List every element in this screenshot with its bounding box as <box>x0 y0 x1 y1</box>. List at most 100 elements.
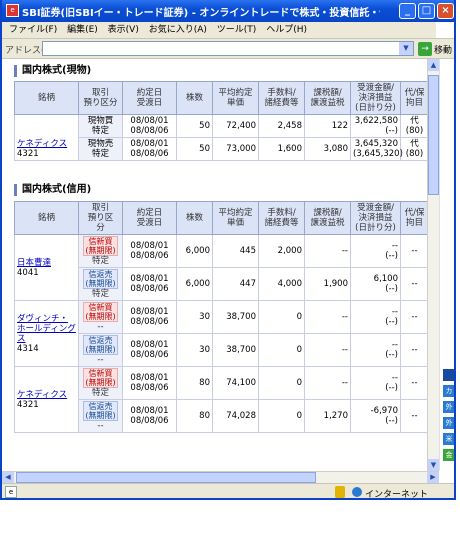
stock-link[interactable]: ケネディクス <box>17 139 76 149</box>
trade-type-cell: 信返売 (無期限) -- <box>78 333 123 367</box>
table-row: ケネディクス 4321 現物買 特定 08/08/01 08/08/06 50 72… <box>14 114 427 161</box>
amount: -6,970 <box>370 406 398 416</box>
price-cell: 74,100 <box>212 366 259 400</box>
trade-type-badge: 信新買 (無期限) <box>83 302 118 322</box>
window-title: SBI証券(旧SBIイー・トレード証券) - オンライントレードで株式・投資信託… <box>22 8 380 19</box>
trade-date: 08/08/01 <box>130 139 169 149</box>
address-input[interactable]: ▼ <box>42 41 414 56</box>
scroll-down-icon[interactable]: ▼ <box>428 459 439 471</box>
stock-cell: ケネディクス 4321 <box>14 114 79 161</box>
maximize-button[interactable]: □ <box>418 3 435 19</box>
amount: -- <box>391 241 398 251</box>
col-header-col9: 代/保 拘目 <box>400 81 427 115</box>
horizontal-scrollbar[interactable]: ◀ ▶ <box>2 471 439 483</box>
windows-logo-icon <box>436 22 454 38</box>
amount-cell: 6,100 (--) <box>350 267 401 301</box>
page-icon: e <box>5 486 17 498</box>
col-header-col9: 代/保 拘目 <box>400 201 427 235</box>
profit-loss: (--) <box>385 350 398 360</box>
stock-link[interactable]: 日本曹達 <box>17 258 76 268</box>
trade-type: 信新買 <box>88 303 113 312</box>
tax-cell: -- <box>304 333 351 367</box>
trade-type-cell: 信返売 (無期限) 特定 <box>78 267 123 301</box>
menu-favorites[interactable]: お気に入り(A) <box>149 22 207 38</box>
col9-cell: -- <box>400 366 427 400</box>
cash-holdings-table: 銘柄 取引 預り区分 約定日 受渡日 株数 平均約定 単価 手数料/諸経費等 課税額/… <box>14 81 427 161</box>
shares-cell: 6,000 <box>176 234 213 268</box>
col9-b: (80) <box>405 149 424 159</box>
shares-cell: 80 <box>176 399 213 433</box>
side-button-icon[interactable]: 金 <box>443 449 454 461</box>
status-bar: e インターネット <box>2 483 454 498</box>
col-header-name: 銘柄 <box>14 81 79 115</box>
stock-cell: ケネディクス 4321 <box>14 366 79 433</box>
side-button-icon[interactable]: カ <box>443 385 454 397</box>
profit-loss: (--) <box>385 284 398 294</box>
menu-help[interactable]: ヘルプ(H) <box>266 22 307 38</box>
scroll-thumb[interactable] <box>428 75 439 195</box>
scroll-right-icon[interactable]: ▶ <box>427 472 439 483</box>
date-cell: 08/08/01 08/08/06 <box>122 267 177 301</box>
col9-cell: 代 (80) <box>400 114 427 138</box>
price-cell: 38,700 <box>212 333 259 367</box>
side-button-icon[interactable]: 外 <box>443 417 454 429</box>
col-header-type: 取引 預り区分 <box>78 81 123 115</box>
title-bar[interactable]: e SBI証券(旧SBIイー・トレード証券) - オンライントレードで株式・投資… <box>2 0 454 22</box>
tax-cell: 1,900 <box>304 267 351 301</box>
col-header-price: 平均約定 単価 <box>212 201 259 235</box>
col-header-date: 約定日 受渡日 <box>122 201 177 235</box>
menu-tools[interactable]: ツール(T) <box>217 22 257 38</box>
menu-edit[interactable]: 編集(E) <box>67 22 98 38</box>
stock-link[interactable]: ダヴィンチ・ホールディングス <box>17 314 76 344</box>
amount-cell: -- (--) <box>350 234 401 268</box>
internet-zone-icon <box>352 487 362 497</box>
side-button-icon[interactable]: 米 <box>443 433 454 445</box>
price-cell: 74,028 <box>212 399 259 433</box>
trade-date: 08/08/01 <box>130 307 169 317</box>
table-row: ケネディクス 4321 信新買 (無期限) 特定 08/08/01 08/08/06 80 74… <box>14 366 427 433</box>
stock-cell: 日本曹達 4041 <box>14 234 79 301</box>
table-row: 日本曹達 4041 信新買 (無期限) 特定 08/08/01 08/08/06 6,000 4… <box>14 234 427 301</box>
close-button[interactable]: × <box>437 3 454 19</box>
price-cell: 38,700 <box>212 300 259 334</box>
trade-type-cell: 信新買 (無期限) -- <box>78 300 123 334</box>
table-header-row: 銘柄 取引 預り区分 約定日 受渡日 株数 平均約定 単価 手数料/諸経費等 課税額/… <box>14 201 427 235</box>
side-button-icon[interactable]: 外 <box>443 401 454 413</box>
trade-term: (無期限) <box>85 378 116 387</box>
col-header-fee: 手数料/諸経費等 <box>258 201 305 235</box>
h-scroll-thumb[interactable] <box>16 472 316 483</box>
account-type: 特定 <box>91 126 109 136</box>
shares-cell: 30 <box>176 300 213 334</box>
account-type: 特定 <box>91 289 109 299</box>
fee-cell: 0 <box>258 300 305 334</box>
col9-cell: -- <box>400 399 427 433</box>
account-type: 特定 <box>91 388 109 398</box>
trade-type: 信返売 <box>88 402 113 411</box>
trade-type: 現物買 <box>87 116 114 126</box>
vertical-scrollbar[interactable]: ▲ ▼ <box>427 59 439 471</box>
menu-bar: ファイル(F) 編集(E) 表示(V) お気に入り(A) ツール(T) ヘルプ(… <box>2 22 454 39</box>
col-header-shares: 株数 <box>176 81 213 115</box>
scroll-up-icon[interactable]: ▲ <box>428 59 439 71</box>
go-arrow-icon[interactable]: → <box>418 42 432 56</box>
stock-link[interactable]: ケネディクス <box>17 390 76 400</box>
fee-cell: 4,000 <box>258 267 305 301</box>
stock-code: 4321 <box>17 149 39 159</box>
amount: -- <box>391 307 398 317</box>
shares-cell: 50 <box>176 114 213 138</box>
tax-cell: -- <box>304 300 351 334</box>
menu-view[interactable]: 表示(V) <box>108 22 139 38</box>
trade-type-cell: 現物売 特定 <box>78 137 123 161</box>
trade-type: 信返売 <box>88 336 113 345</box>
scroll-left-icon[interactable]: ◀ <box>2 472 14 483</box>
trade-date: 08/08/01 <box>130 116 169 126</box>
col-header-date: 約定日 受渡日 <box>122 81 177 115</box>
shares-cell: 30 <box>176 333 213 367</box>
side-button-icon[interactable] <box>443 369 454 381</box>
menu-file[interactable]: ファイル(F) <box>9 22 57 38</box>
address-dropdown-icon[interactable]: ▼ <box>399 42 413 55</box>
minimize-button[interactable]: _ <box>399 3 416 19</box>
go-button[interactable]: 移動 <box>434 43 452 56</box>
trade-term: (無期限) <box>85 246 116 255</box>
amount: 3,645,320 <box>354 139 398 149</box>
